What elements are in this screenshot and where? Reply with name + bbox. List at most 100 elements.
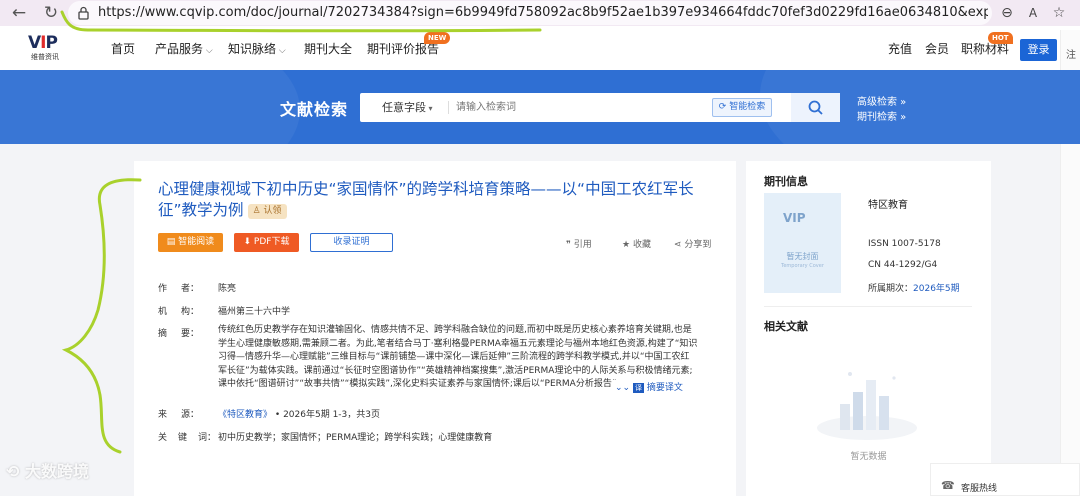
expand-chevron-icon: ⌄⌄ bbox=[615, 383, 633, 393]
no-data-text: 暂无数据 bbox=[850, 452, 887, 462]
source-journal-link[interactable]: 《特区教育》 bbox=[218, 410, 272, 420]
search-box: 任意字段 ▾ ⟳ 智能检索 bbox=[360, 93, 840, 122]
source-value: 《特区教育》 • 2026年5期 1-3，共3页 bbox=[218, 407, 380, 420]
author-value[interactable]: 陈亮 bbox=[218, 281, 236, 294]
logo-subtitle: 维普资讯 bbox=[31, 53, 59, 61]
hot-badge: HOT bbox=[988, 32, 1013, 44]
journal-issn: ISSN 1007-5178 bbox=[868, 239, 941, 249]
abstract-label: 摘要： bbox=[158, 329, 200, 339]
journal-cover[interactable]: VIP 暂无封面 Temporary Cover bbox=[764, 193, 841, 293]
collect-proof-button[interactable]: 收录证明 bbox=[310, 233, 393, 252]
new-badge: NEW bbox=[424, 32, 451, 44]
back-arrow-icon[interactable]: ← bbox=[8, 2, 30, 24]
nav-home[interactable]: 首页 bbox=[111, 26, 135, 70]
article-title: 心理健康视域下初中历史“家国情怀”的跨学科培育策略——以“中国工农红军长征”教学… bbox=[158, 179, 703, 221]
search-banner: 文献检索 任意字段 ▾ ⟳ 智能检索 高级检索 » 期刊检索 » bbox=[0, 70, 1080, 144]
related-title: 相关文献 bbox=[764, 320, 808, 333]
watermark: ⟲ 大数跨境 bbox=[6, 458, 89, 482]
nav-products[interactable]: 产品服务 ⌵ bbox=[155, 26, 213, 70]
smart-read-label: 智能阅读 bbox=[178, 237, 215, 247]
watermark-logo-icon: ⟲ bbox=[6, 462, 25, 481]
smart-search-icon: ⟳ bbox=[718, 102, 730, 112]
search-input[interactable] bbox=[456, 97, 696, 118]
author-label: 作者： bbox=[158, 284, 200, 294]
hotline-label: 客服热线 bbox=[961, 484, 998, 494]
journal-name[interactable]: 特区教育 bbox=[868, 196, 908, 211]
search-button[interactable] bbox=[791, 93, 840, 122]
lock-icon bbox=[78, 6, 89, 20]
user-icon: ♙ bbox=[252, 206, 261, 216]
cite-action[interactable]: ❞ 引用 bbox=[566, 237, 592, 250]
nav-knowledge[interactable]: 知识脉络 ⌵ bbox=[228, 26, 286, 70]
watermark-text: 大数跨境 bbox=[24, 462, 89, 481]
journal-search-link[interactable]: 期刊检索 » bbox=[857, 108, 906, 123]
dot-separator: • bbox=[274, 410, 281, 420]
cqvip-logo[interactable]: VIP 维普资讯 bbox=[28, 34, 78, 64]
translate-icon: 译 bbox=[632, 383, 644, 393]
address-bar[interactable]: https://www.cqvip.com/doc/journal/720273… bbox=[68, 1, 992, 25]
claim-label: 认领 bbox=[263, 206, 282, 216]
chevron-down-icon: ⌵ bbox=[276, 46, 286, 56]
banner-decoration bbox=[0, 70, 300, 144]
journal-info-title: 期刊信息 bbox=[764, 175, 808, 188]
chevron-down-icon: ▾ bbox=[426, 104, 433, 113]
book-icon: ▤ bbox=[166, 237, 179, 247]
banner-title: 文献检索 bbox=[280, 100, 349, 119]
field-select-label: 任意字段 bbox=[382, 101, 426, 114]
empty-data-illustration bbox=[817, 372, 917, 440]
translate-label: 摘要译文 bbox=[646, 383, 683, 393]
nav-member[interactable]: 会员 bbox=[925, 26, 949, 70]
chevron-down-icon: ⌵ bbox=[203, 46, 213, 56]
share-action[interactable]: ⋖ 分享到 bbox=[674, 237, 711, 250]
smart-search-button[interactable]: ⟳ 智能检索 bbox=[712, 98, 772, 117]
field-select[interactable]: 任意字段 ▾ bbox=[382, 93, 433, 123]
search-icon bbox=[808, 100, 823, 115]
cover-no-cover: 暂无封面 bbox=[786, 252, 819, 261]
org-label: 机构： bbox=[158, 307, 200, 317]
cover-logo: VIP bbox=[783, 211, 806, 225]
logo-mark: VIP bbox=[28, 33, 58, 53]
register-link[interactable]: 注 bbox=[1066, 46, 1076, 61]
claim-badge[interactable]: ♙ 认领 bbox=[247, 204, 287, 219]
nav-knowledge-label: 知识脉络 bbox=[228, 42, 277, 56]
favorite-star-icon[interactable]: ☆ bbox=[1048, 2, 1070, 24]
login-button[interactable]: 登录 bbox=[1020, 39, 1057, 61]
zoom-icon[interactable]: ⊖ bbox=[996, 2, 1018, 24]
favorite-label: 收藏 bbox=[632, 240, 651, 250]
source-detail: 2026年5期 1-3，共3页 bbox=[283, 410, 380, 420]
smart-search-label: 智能检索 bbox=[729, 102, 766, 112]
share-label: 分享到 bbox=[684, 240, 712, 250]
nav-recharge[interactable]: 充值 bbox=[888, 26, 912, 70]
divider bbox=[448, 101, 449, 114]
star-icon: ★ bbox=[622, 240, 633, 250]
quote-icon: ❞ bbox=[566, 240, 574, 250]
issue-link[interactable]: 2026年5期 bbox=[913, 284, 960, 294]
advanced-search-link[interactable]: 高级检索 » bbox=[857, 93, 906, 108]
article-title-text[interactable]: 心理健康视域下初中历史“家国情怀”的跨学科培育策略——以“中国工农红军长征”教学… bbox=[158, 180, 694, 219]
service-hotline[interactable]: ☎ 客服热线 bbox=[930, 463, 1080, 496]
pdf-download-button[interactable]: ⬇ PDF下载 bbox=[234, 233, 299, 252]
cover-no-cover-en: Temporary Cover bbox=[781, 263, 824, 269]
nav-products-label: 产品服务 bbox=[155, 42, 204, 56]
journal-sidebar: 期刊信息 VIP 暂无封面 Temporary Cover 特区教育 ISSN … bbox=[746, 161, 991, 496]
download-icon: ⬇ bbox=[243, 237, 254, 247]
url-text: https://www.cqvip.com/doc/journal/720273… bbox=[98, 5, 988, 20]
favorite-action[interactable]: ★ 收藏 bbox=[622, 237, 651, 250]
keywords-value[interactable]: 初中历史教学；家国情怀；PERMA理论；跨学科实践；心理健康教育 bbox=[218, 430, 492, 443]
pdf-download-label: PDF下载 bbox=[253, 237, 290, 247]
site-header: VIP 维普资讯 首页 产品服务 ⌵ 知识脉络 ⌵ 期刊大全 期刊评价报告 NE… bbox=[0, 26, 1080, 70]
nav-journals[interactable]: 期刊大全 bbox=[304, 26, 352, 70]
read-aloud-icon[interactable]: A bbox=[1022, 2, 1044, 24]
journal-cn: CN 44-1292/G4 bbox=[868, 260, 938, 270]
reload-icon[interactable]: ↻ bbox=[40, 2, 62, 24]
browser-toolbar: ← ↻ https://www.cqvip.com/doc/journal/72… bbox=[0, 0, 1080, 26]
smart-read-button[interactable]: ▤ 智能阅读 bbox=[158, 233, 223, 252]
issue-label: 所属期次： bbox=[868, 284, 914, 294]
divider bbox=[764, 306, 972, 307]
article-card: 心理健康视域下初中历史“家国情怀”的跨学科培育策略——以“中国工农红军长征”教学… bbox=[134, 161, 736, 496]
org-value[interactable]: 福州第三十六中学 bbox=[218, 304, 290, 317]
headset-icon: ☎ bbox=[941, 479, 955, 492]
abstract-translation-link[interactable]: ⌄⌄ 译 摘要译文 bbox=[612, 380, 683, 393]
journal-issue: 所属期次：2026年5期 bbox=[868, 281, 960, 294]
cite-label: 引用 bbox=[573, 240, 592, 250]
